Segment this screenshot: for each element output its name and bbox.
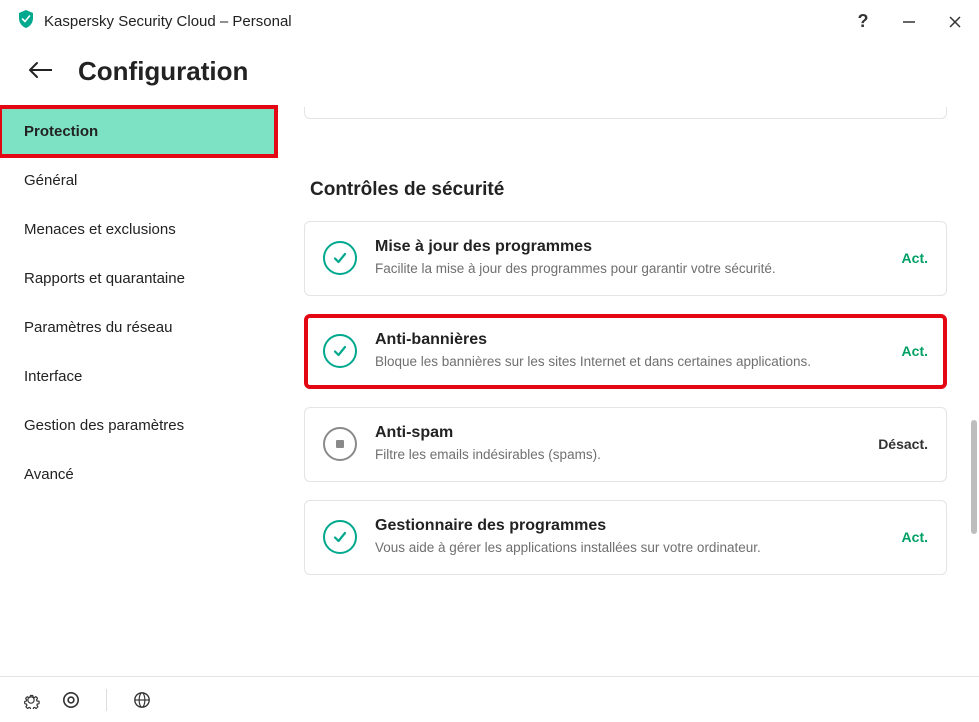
globe-icon[interactable] (131, 689, 153, 711)
window-title: Kaspersky Security Cloud – Personal (44, 13, 292, 30)
sidebar-item-interface[interactable]: Interface (0, 352, 276, 401)
card-anti-banner[interactable]: Anti-bannières Bloque les bannières sur … (304, 314, 947, 389)
toolbar-divider (106, 689, 107, 711)
check-circle-icon (323, 334, 357, 368)
sidebar-item-manage-settings[interactable]: Gestion des paramètres (0, 401, 276, 450)
sidebar-item-reports-quarantine[interactable]: Rapports et quarantaine (0, 254, 276, 303)
card-title: Mise à jour des programmes (375, 238, 886, 256)
card-software-updater[interactable]: Mise à jour des programmes Facilite la m… (304, 221, 947, 296)
page-title: Configuration (78, 56, 248, 87)
sidebar-item-threats-exclusions[interactable]: Menaces et exclusions (0, 205, 276, 254)
card-anti-spam[interactable]: Anti-spam Filtre les emails indésirables… (304, 407, 947, 482)
sidebar-item-label: Général (24, 172, 77, 189)
sidebar: Protection Général Menaces et exclusions… (0, 107, 276, 669)
scrollbar-thumb[interactable] (971, 420, 977, 534)
page-header: Configuration (0, 44, 979, 107)
bottom-toolbar (0, 676, 979, 722)
sidebar-item-label: Menaces et exclusions (24, 221, 176, 238)
gear-icon[interactable] (20, 689, 42, 711)
sidebar-item-label: Rapports et quarantaine (24, 270, 185, 287)
check-circle-icon (323, 520, 357, 554)
content-area: Protection Général Menaces et exclusions… (0, 107, 979, 669)
app-shield-icon (18, 10, 34, 33)
card-description: Bloque les bannières sur les sites Inter… (375, 353, 886, 372)
sidebar-item-label: Avancé (24, 466, 74, 483)
sidebar-item-label: Protection (24, 123, 98, 140)
sidebar-item-protection[interactable]: Protection (0, 107, 276, 156)
status-badge: Act. (902, 250, 928, 266)
status-badge: Act. (902, 343, 928, 359)
back-arrow-icon[interactable] (28, 59, 54, 85)
card-body: Gestionnaire des programmes Vous aide à … (375, 517, 886, 558)
stop-circle-icon (323, 427, 357, 461)
section-title: Contrôles de sécurité (310, 179, 969, 201)
status-badge: Act. (902, 529, 928, 545)
card-body: Anti-spam Filtre les emails indésirables… (375, 424, 862, 465)
close-button[interactable] (945, 12, 965, 32)
window-controls: ? (853, 12, 965, 32)
card-description: Filtre les emails indésirables (spams). (375, 446, 862, 465)
card-title: Anti-bannières (375, 331, 886, 349)
main-panel: Contrôles de sécurité Mise à jour des pr… (276, 107, 979, 669)
status-badge: Désact. (878, 436, 928, 452)
support-icon[interactable] (60, 689, 82, 711)
card-description: Facilite la mise à jour des programmes p… (375, 260, 886, 279)
titlebar: Kaspersky Security Cloud – Personal ? (0, 0, 979, 44)
card-title: Gestionnaire des programmes (375, 517, 886, 535)
sidebar-item-advanced[interactable]: Avancé (0, 450, 276, 499)
sidebar-item-label: Interface (24, 368, 82, 385)
sidebar-item-label: Paramètres du réseau (24, 319, 172, 336)
sidebar-item-label: Gestion des paramètres (24, 417, 184, 434)
card-body: Mise à jour des programmes Facilite la m… (375, 238, 886, 279)
card-program-manager[interactable]: Gestionnaire des programmes Vous aide à … (304, 500, 947, 575)
card-fragment-top (304, 107, 947, 119)
card-description: Vous aide à gérer les applications insta… (375, 539, 886, 558)
sidebar-item-general[interactable]: Général (0, 156, 276, 205)
help-button[interactable]: ? (853, 12, 873, 32)
minimize-button[interactable] (899, 12, 919, 32)
sidebar-item-network-settings[interactable]: Paramètres du réseau (0, 303, 276, 352)
check-circle-icon (323, 241, 357, 275)
card-body: Anti-bannières Bloque les bannières sur … (375, 331, 886, 372)
card-title: Anti-spam (375, 424, 862, 442)
